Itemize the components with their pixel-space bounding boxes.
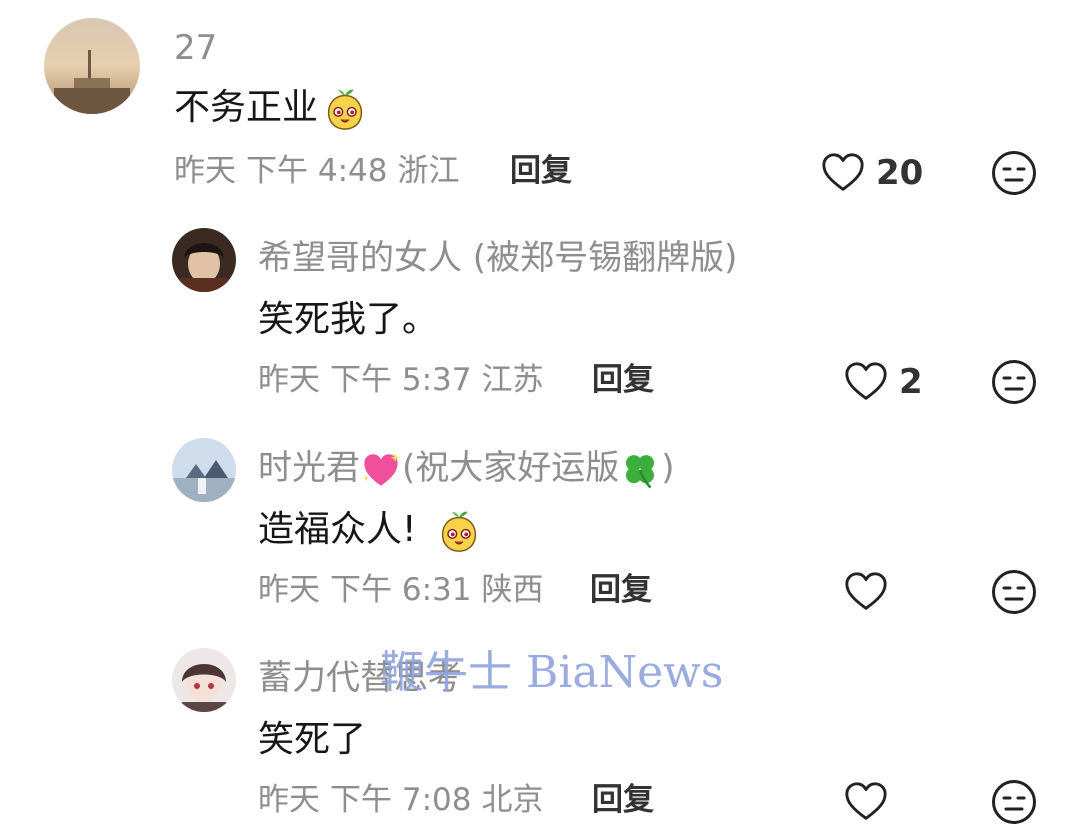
like-button[interactable]: 2 [843,359,923,405]
reply-button[interactable]: 回复 [510,151,572,191]
comment-time: 下午 6:31 [330,572,472,608]
comment-meta: 昨天 下午 7:08 北京 [258,780,553,820]
comment-location: 江苏 [481,362,544,398]
watermark: 鞭牛士 BiaNews [380,647,724,698]
comment-date: 昨天 [174,153,236,189]
comment-date: 昨天 [258,572,320,608]
meh-face-icon [990,778,1038,826]
avatar[interactable] [172,438,236,502]
username-suffix: (祝大家好运版 [402,448,620,488]
comment-time: 下午 7:08 [330,782,472,818]
username-main: 时光君 [258,448,360,488]
comment-date: 昨天 [258,362,320,398]
username[interactable]: 希望哥的女人 (被郑号锡翻牌版) [258,236,737,280]
like-count: 2 [899,362,923,402]
heart-outline-icon [820,150,866,196]
avatar[interactable] [172,228,236,292]
comment-text: 造福众人! [258,506,482,554]
bean-sprout-emoji-icon [322,86,368,132]
heart-outline-icon [843,359,889,405]
reply-button[interactable]: 回复 [590,570,652,610]
meh-face-icon [990,149,1038,197]
like-button[interactable] [843,779,899,825]
dislike-button[interactable] [990,358,1038,406]
reply-button[interactable]: 回复 [592,780,654,820]
username-suffix-close: ) [661,448,675,488]
comment-location: 陕西 [481,572,544,608]
comment-text-content: 造福众人! [258,509,417,550]
bean-sprout-emoji-icon [436,508,482,554]
avatar[interactable] [44,18,140,114]
comment-text: 笑死我了。 [258,299,439,340]
like-count: 20 [876,153,924,193]
comment-location: 浙江 [397,153,460,189]
comment-meta: 昨天 下午 4:48 浙江 [174,151,469,191]
dislike-button[interactable] [990,149,1038,197]
sparkling-heart-emoji-icon [360,449,402,491]
comment-text: 笑死了 [258,719,367,760]
comment-time: 下午 4:48 [246,153,388,189]
dislike-button[interactable] [990,568,1038,616]
reply-button[interactable]: 回复 [592,360,654,400]
comment-date: 昨天 [258,782,320,818]
heart-outline-icon [843,569,889,615]
username[interactable]: 时光君 (祝大家好运版 ) [258,446,675,491]
comment-meta: 昨天 下午 6:31 陕西 [258,570,553,610]
avatar[interactable] [172,648,236,712]
comment-text-content: 不务正业 [174,87,319,128]
comment-text: 不务正业 [174,84,368,132]
comment-meta: 昨天 下午 5:37 江苏 [258,360,553,400]
four-leaf-clover-emoji-icon [619,449,661,491]
comment-location: 北京 [481,782,544,818]
comment-time: 下午 5:37 [330,362,472,398]
username[interactable]: 27 [174,26,217,70]
meh-face-icon [990,358,1038,406]
meh-face-icon [990,568,1038,616]
like-button[interactable]: 20 [820,150,923,196]
heart-outline-icon [843,779,889,825]
like-button[interactable] [843,569,899,615]
dislike-button[interactable] [990,778,1038,826]
